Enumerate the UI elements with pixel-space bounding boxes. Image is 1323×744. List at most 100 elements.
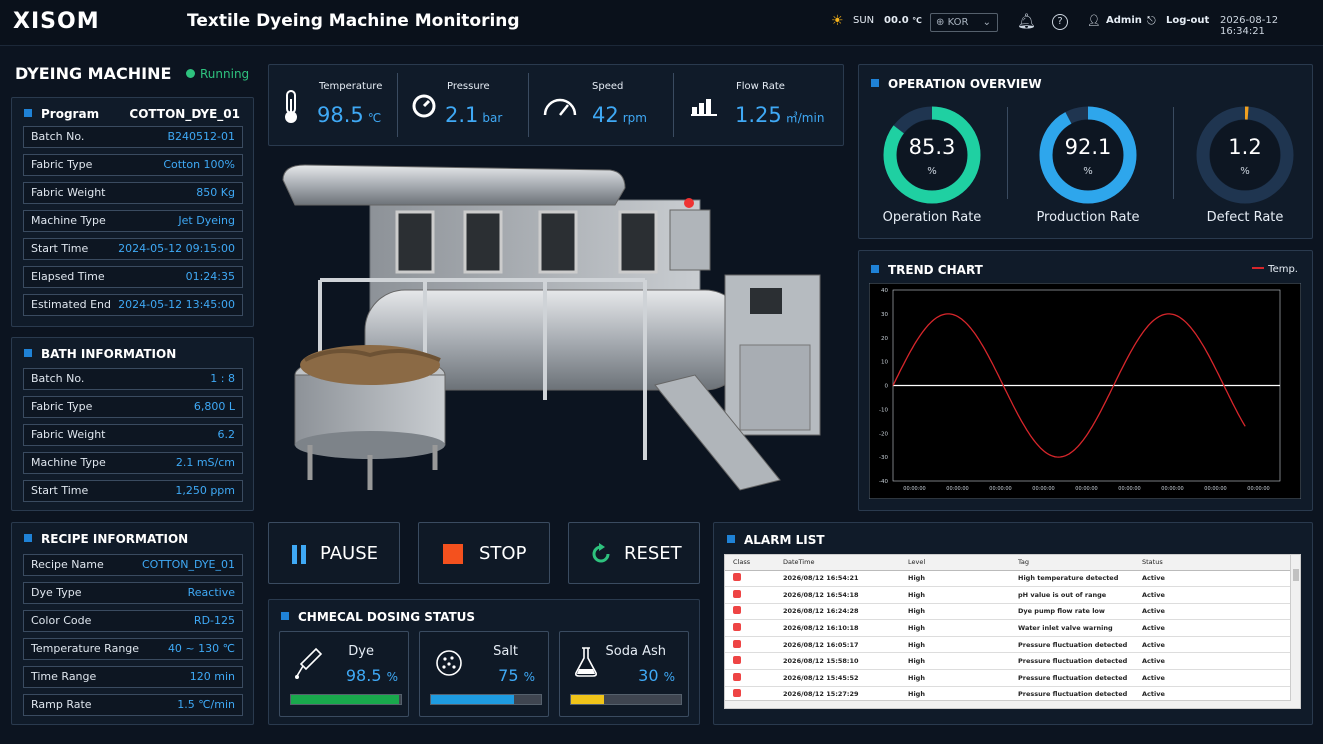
stat-label: Flow Rate xyxy=(736,81,785,92)
status-dot-icon xyxy=(186,69,195,78)
reset-button[interactable]: RESET xyxy=(568,522,700,584)
datetime: 2026-08-12 16:34:21 xyxy=(1220,15,1279,37)
info-row: Elapsed Time 01:24:35 xyxy=(23,266,243,288)
info-key: Start Time xyxy=(31,242,89,255)
logout-icon[interactable]: ⎋ xyxy=(1147,14,1156,28)
gauge-production-rate: 92.1% Production Rate xyxy=(1036,105,1140,225)
column-header[interactable]: Tag xyxy=(1010,555,1134,571)
x-tick-label: 00:00:00 xyxy=(1075,486,1097,492)
gauge-label: Defect Rate xyxy=(1206,210,1284,225)
table-row[interactable]: 2026/08/12 16:05:17 High Pressure fluctuat… xyxy=(725,636,1291,654)
info-row: Estimated End 2024-05-12 13:45:00 xyxy=(23,294,243,316)
globe-icon: ⊕ xyxy=(936,17,945,28)
column-header[interactable]: Class xyxy=(725,555,775,571)
y-tick-label: 40 xyxy=(881,288,888,294)
reset-icon xyxy=(592,543,610,563)
language-select[interactable]: ⊕ KOR ⌄ xyxy=(930,13,998,32)
gauge-label: Operation Rate xyxy=(882,210,982,225)
dosing-value: 98.5 % xyxy=(345,666,398,685)
stop-button[interactable]: STOP xyxy=(418,522,550,584)
vertical-scrollbar[interactable] xyxy=(1290,555,1300,708)
table-cell: Active xyxy=(1134,603,1291,621)
table-cell: Active xyxy=(1134,619,1291,637)
alarm-class xyxy=(725,570,775,588)
info-row: Fabric Type Cotton 100% xyxy=(23,154,243,176)
salt-icon xyxy=(436,650,462,676)
machine-status: Running xyxy=(186,67,249,81)
dosing-salt: Salt 75 % xyxy=(419,631,549,717)
table-cell: Active xyxy=(1134,652,1291,671)
dyeing-machine-image xyxy=(282,164,821,491)
dosing-soda-ash: Soda Ash 30 % xyxy=(559,631,689,717)
user-icon: 👤︎ xyxy=(1087,14,1101,27)
table-row[interactable]: 2026/08/12 16:54:21 High High temperature … xyxy=(725,570,1291,588)
alarm-title: ALARM LIST xyxy=(727,533,825,547)
table-row[interactable]: 2026/08/12 16:24:28 High Dye pump flow rat… xyxy=(725,603,1291,621)
info-key: Machine Type xyxy=(31,214,106,227)
flask-icon xyxy=(575,647,597,677)
info-key: Color Code xyxy=(31,614,92,627)
gauge-unit: % xyxy=(1083,166,1093,177)
dropper-icon xyxy=(295,647,323,679)
info-value: COTTON_DYE_01 xyxy=(141,558,235,571)
info-key: Estimated End xyxy=(31,298,111,311)
x-tick-label: 00:00:00 xyxy=(1161,486,1183,492)
table-cell: High xyxy=(900,669,1010,687)
dosing-panel: CHMECAL DOSING STATUS Dye 98.5 % Salt 75… xyxy=(268,599,700,725)
bath-title: BATH INFORMATION xyxy=(24,347,176,361)
alarm-class xyxy=(725,669,775,687)
table-row[interactable]: 2026/08/12 16:10:18 High Water inlet valve… xyxy=(725,619,1291,637)
info-value: 6,800 L xyxy=(193,400,235,413)
alarm-bell-icon xyxy=(733,573,741,582)
stop-icon xyxy=(443,544,463,564)
program-label: Program xyxy=(24,107,99,121)
dosing-title: CHMECAL DOSING STATUS xyxy=(281,610,475,624)
program-name: COTTON_DYE_01 xyxy=(129,107,240,121)
thermometer-icon xyxy=(285,90,297,123)
pause-label: PAUSE xyxy=(320,543,378,564)
table-row[interactable]: 2026/08/12 16:54:18 High pH value is out o… xyxy=(725,586,1291,604)
table-row[interactable]: 2026/08/12 15:45:52 High Pressure fluctuat… xyxy=(725,669,1291,687)
column-header[interactable]: DateTime xyxy=(775,555,900,571)
weather-temp: 00.0 ℃ xyxy=(884,15,922,26)
info-key: Start Time xyxy=(31,484,89,497)
table-row[interactable]: 2026/08/12 15:58:10 High Pressure fluctuat… xyxy=(725,652,1291,671)
user-name[interactable]: Admin xyxy=(1106,15,1142,26)
alarm-class xyxy=(725,636,775,654)
stat-flow-rate: Flow Rate 1.25 ㎥/min xyxy=(673,65,845,145)
dosing-bar xyxy=(430,694,542,705)
bell-icon[interactable]: 🔔︎ xyxy=(1017,12,1036,30)
table-cell: Active xyxy=(1134,669,1291,687)
machine-title: DYEING MACHINE xyxy=(15,64,172,83)
column-header[interactable]: Status xyxy=(1134,555,1291,571)
info-key: Batch No. xyxy=(31,130,85,143)
app-title: Textile Dyeing Machine Monitoring xyxy=(187,11,520,31)
table-cell: Pressure fluctuation detected xyxy=(1010,636,1134,654)
y-tick-label: -30 xyxy=(879,455,888,461)
info-value: 2024-05-12 09:15:00 xyxy=(118,242,235,255)
info-key: Fabric Weight xyxy=(31,428,106,441)
trend-chart-panel: TREND CHART Temp. 40 30 20 10 0 -10 -20 -30 -40 0… xyxy=(858,250,1313,511)
info-value: RD-125 xyxy=(193,614,235,627)
column-header[interactable]: Level xyxy=(900,555,1010,571)
info-value: 40 ~ 130 ℃ xyxy=(167,642,235,655)
info-key: Batch No. xyxy=(31,372,85,385)
chevron-down-icon: ⌄ xyxy=(982,17,991,28)
info-key: Machine Type xyxy=(31,456,106,469)
horizontal-scrollbar[interactable] xyxy=(725,700,1291,708)
table-cell: Pressure fluctuation detected xyxy=(1010,652,1134,671)
x-tick-label: 00:00:00 xyxy=(1032,486,1054,492)
stat-pressure: Pressure 2.1 bar xyxy=(397,65,541,145)
info-value: 1 : 8 xyxy=(210,372,235,385)
info-key: Fabric Weight xyxy=(31,186,106,199)
info-row: Fabric Type 6,800 L xyxy=(23,396,243,418)
logout-link[interactable]: Log-out xyxy=(1166,15,1209,26)
language-value: KOR xyxy=(947,17,969,28)
help-icon[interactable]: ? xyxy=(1052,14,1068,30)
dosing-value: 30 % xyxy=(638,666,675,685)
pause-button[interactable]: PAUSE xyxy=(268,522,400,584)
table-cell: Active xyxy=(1134,586,1291,604)
x-tick-label: 00:00:00 xyxy=(946,486,968,492)
info-key: Temperature Range xyxy=(31,642,140,655)
x-tick-label: 00:00:00 xyxy=(1247,486,1269,492)
